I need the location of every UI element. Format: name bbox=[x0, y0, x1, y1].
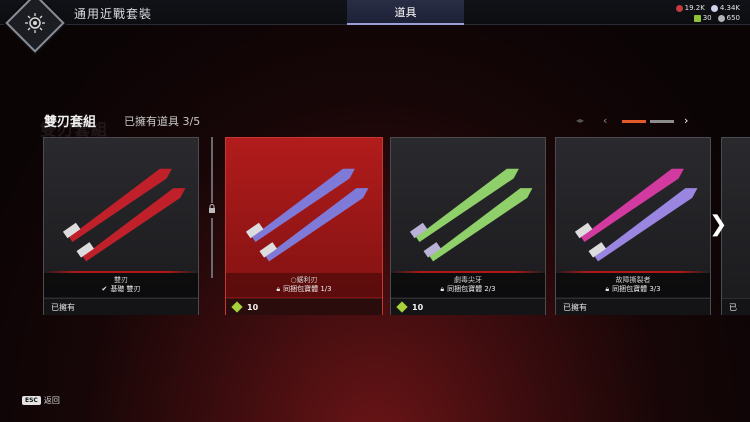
owned-count: 已擁有道具 3/5 bbox=[124, 115, 201, 128]
card-subtitle: 🔒︎ 同捆包寶體 2/3 bbox=[440, 285, 496, 293]
currency-panel: 19.2K 4.34K 30 650 bbox=[675, 3, 740, 23]
item-card-venom-fang[interactable]: 劇毒尖牙 🔒︎ 同捆包寶體 2/3 10 bbox=[390, 137, 546, 315]
card-footer: 已擁有 bbox=[44, 298, 198, 315]
card-footer: 10 bbox=[226, 298, 382, 315]
price: 10 bbox=[412, 302, 424, 312]
exotic-shard-icon bbox=[717, 14, 725, 22]
sun-crest-icon bbox=[25, 13, 45, 33]
card-subtitle: ✔ 基礎 雙刃 bbox=[101, 285, 141, 293]
chevron-right-icon[interactable]: ❯ bbox=[709, 212, 727, 237]
card-subtitle: 🔒︎ 同捆包寶體 1/3 bbox=[276, 285, 332, 293]
card-name: ○鋸利刃 bbox=[290, 276, 318, 284]
item-card-glitch-ripper[interactable]: 故障撕裂者 🔒︎ 同捆包寶體 3/3 已擁有 bbox=[555, 137, 711, 315]
crafting-metals: 30 bbox=[693, 14, 712, 22]
card-label: 故障撕裂者 🔒︎ 同捆包寶體 3/3 bbox=[556, 273, 710, 297]
lock-icon: 🔒︎ bbox=[605, 285, 610, 293]
exotic-shards: 650 bbox=[717, 14, 740, 22]
crafting-metal-icon bbox=[231, 301, 243, 313]
lock-icon bbox=[209, 204, 215, 213]
legend-tokens: 19.2K bbox=[675, 4, 705, 12]
pager: ◂▸ ‹ › bbox=[576, 114, 696, 128]
esc-key-icon: ESC bbox=[22, 396, 41, 405]
card-name: 雙刃 bbox=[114, 276, 128, 284]
emblem-badge[interactable] bbox=[5, 0, 65, 53]
dual-blade-art bbox=[409, 168, 533, 262]
back-hint[interactable]: ESC 返回 bbox=[22, 395, 60, 406]
card-subtitle: 🔒︎ 同捆包寶體 3/3 bbox=[605, 285, 661, 293]
card-label: 雙刃 ✔ 基礎 雙刃 bbox=[44, 273, 198, 297]
page-indicator-inactive[interactable] bbox=[650, 120, 674, 123]
tab-items[interactable]: 道具 bbox=[347, 0, 464, 25]
card-name: 劇毒尖牙 bbox=[454, 276, 482, 284]
dual-blade-art bbox=[245, 168, 369, 262]
card-footer: 10 bbox=[391, 298, 545, 315]
lock-icon: 🔒︎ bbox=[276, 285, 281, 293]
item-card-serrated-edge[interactable]: ○鋸利刃 🔒︎ 同捆包寶體 1/3 10 bbox=[225, 137, 383, 315]
card-label: 劇毒尖牙 🔒︎ 同捆包寶體 2/3 bbox=[391, 273, 545, 297]
apex-coin-icon bbox=[710, 4, 718, 12]
top-bar: 通用近戰套裝 道具 19.2K 4.34K 30 650 bbox=[0, 0, 750, 53]
lock-icon: 🔒︎ bbox=[440, 285, 445, 293]
checkmark-icon: ✔ bbox=[101, 285, 108, 293]
chevron-right-icon[interactable]: › bbox=[684, 114, 688, 127]
dual-blade-art bbox=[574, 168, 698, 262]
collection-title: 雙刃套組 bbox=[44, 115, 97, 130]
legend-token-icon bbox=[675, 4, 683, 12]
card-name: 故障撕裂者 bbox=[615, 276, 651, 284]
dual-blade-art bbox=[62, 168, 186, 262]
apex-coins: 4.34K bbox=[710, 4, 740, 12]
section-title: 通用近戰套裝 bbox=[74, 7, 153, 21]
divider bbox=[211, 218, 213, 278]
price: 10 bbox=[247, 302, 259, 312]
card-footer: 已擁有 bbox=[556, 298, 710, 315]
back-label: 返回 bbox=[43, 396, 60, 405]
controller-bumper-icon: ◂▸ bbox=[576, 116, 585, 125]
item-card-dual-blades[interactable]: 雙刃 ✔ 基礎 雙刃 已擁有 bbox=[43, 137, 199, 315]
card-footer: 已 bbox=[722, 298, 750, 315]
crafting-metal-icon bbox=[396, 301, 408, 313]
divider bbox=[211, 137, 213, 203]
card-label: ○鋸利刃 🔒︎ 同捆包寶體 1/3 bbox=[226, 273, 382, 297]
page-indicator-active[interactable] bbox=[622, 120, 646, 123]
crafting-metal-icon bbox=[693, 14, 701, 22]
chevron-left-icon[interactable]: ‹ bbox=[603, 114, 607, 127]
